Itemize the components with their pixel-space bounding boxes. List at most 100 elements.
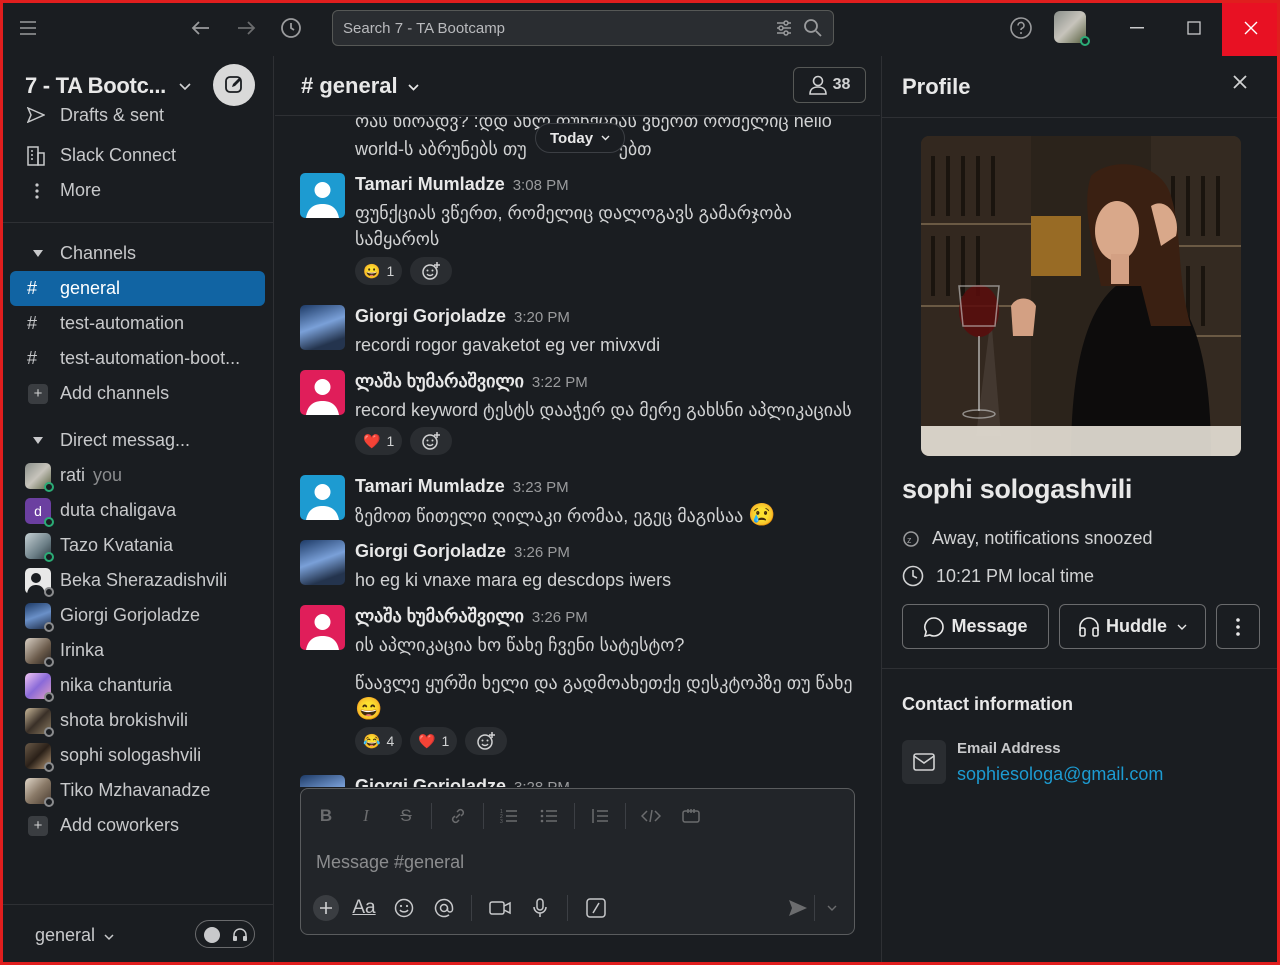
sidebar-item-label: Slack Connect	[60, 145, 177, 165]
message-author[interactable]: ლაშა ხუმარაშვილი 3:26 PM	[355, 606, 588, 627]
bold-icon[interactable]: B	[313, 803, 339, 829]
message-author[interactable]: ლაშა ხუმარაშვილი 3:22 PM	[355, 371, 588, 392]
dm-item-nika[interactable]: nika chanturia	[3, 668, 274, 703]
blockquote-icon[interactable]	[587, 803, 613, 829]
add-reaction-icon[interactable]	[410, 427, 452, 455]
help-icon[interactable]	[1007, 14, 1035, 42]
huddle-button[interactable]: Huddle	[1059, 604, 1206, 649]
bullet-list-icon[interactable]	[536, 803, 562, 829]
dm-label: nika chanturia	[60, 675, 173, 695]
search-icon[interactable]	[803, 18, 823, 43]
sidebar-item-more[interactable]: More	[3, 173, 274, 208]
email-link[interactable]: sophiesologa@gmail.com	[957, 764, 1163, 785]
more-options-button[interactable]	[1216, 604, 1260, 649]
reaction-chip[interactable]: 😀 1	[355, 257, 403, 285]
dm-item-giorgi[interactable]: Giorgi Gorjoladze	[3, 598, 274, 633]
sidebar-item-test-automation-boot[interactable]: # test-automation-boot...	[3, 341, 274, 376]
message-author[interactable]: Giorgi Gorjoladze3:28 PM	[355, 776, 570, 787]
dm-item-irinka[interactable]: Irinka	[3, 633, 274, 668]
email-label: Email Address	[957, 740, 1061, 757]
workspace-name[interactable]: 7 - TA Bootc...	[25, 73, 166, 99]
avatar[interactable]	[300, 475, 345, 520]
add-reaction-icon[interactable]	[410, 257, 452, 285]
message-author[interactable]: Tamari Mumladze 3:23 PM	[355, 476, 569, 497]
link-icon[interactable]	[445, 803, 471, 829]
code-block-icon[interactable]	[678, 803, 704, 829]
ordered-list-icon[interactable]: 123	[496, 803, 522, 829]
maximize-icon[interactable]	[1165, 0, 1222, 56]
reaction-chip[interactable]: ❤️ 1	[410, 727, 458, 755]
profile-title: Profile	[902, 74, 971, 99]
search-bar[interactable]: Search 7 - TA Bootcamp	[332, 10, 834, 46]
code-icon[interactable]	[638, 803, 664, 829]
format-text-icon[interactable]: Aa	[351, 895, 377, 921]
dm-item-tiko[interactable]: Tiko Mzhavanadze	[3, 773, 274, 808]
members-button[interactable]: 38	[793, 67, 866, 103]
date-divider-pill[interactable]: Today	[535, 123, 626, 153]
dm-item-sophi[interactable]: sophi sologashvili	[3, 738, 274, 773]
divider	[3, 222, 274, 223]
avatar[interactable]	[300, 173, 345, 218]
divider	[882, 668, 1278, 669]
message-author[interactable]: Giorgi Gorjoladze 3:26 PM	[355, 541, 570, 562]
headphones-icon	[1079, 616, 1099, 637]
avatar	[25, 777, 54, 807]
close-icon[interactable]	[1232, 74, 1248, 95]
sidebar-item-label: Drafts & sent	[60, 104, 165, 125]
menu-icon[interactable]	[14, 14, 42, 42]
search-placeholder: Search 7 - TA Bootcamp	[343, 20, 506, 37]
dm-item-beka[interactable]: Beka Sherazadishvili	[3, 563, 274, 598]
huddle-toggle[interactable]	[195, 920, 255, 948]
avatar[interactable]	[300, 605, 345, 650]
sidebar-item-test-automation[interactable]: # test-automation	[3, 306, 274, 341]
dm-item-tazo[interactable]: Tazo Kvatania	[3, 528, 274, 563]
avatar	[25, 567, 54, 597]
dm-item-duta[interactable]: d duta chaligava	[3, 493, 274, 528]
microphone-icon[interactable]	[527, 895, 553, 921]
avatar[interactable]	[300, 305, 345, 350]
reaction-chip[interactable]: ❤️ 1	[355, 427, 403, 455]
slash-command-icon[interactable]	[583, 895, 609, 921]
forward-arrow-icon[interactable]	[232, 14, 260, 42]
emoji-icon[interactable]	[391, 895, 417, 921]
history-clock-icon[interactable]	[277, 14, 305, 42]
minimize-icon[interactable]	[1108, 0, 1165, 56]
mention-icon[interactable]	[431, 895, 457, 921]
dm-item-shota[interactable]: shota brokishvili	[3, 703, 274, 738]
message-button[interactable]: Message	[902, 604, 1049, 649]
video-icon[interactable]	[487, 895, 513, 921]
profile-header: Profile	[882, 56, 1278, 118]
avatar[interactable]	[300, 370, 345, 415]
plus-icon[interactable]	[313, 895, 339, 921]
sidebar-item-drafts[interactable]: Drafts & sent	[3, 104, 274, 134]
dm-item-rati[interactable]: rati you	[3, 458, 274, 493]
avatar[interactable]	[300, 775, 345, 787]
channel-title[interactable]: # general	[301, 73, 419, 99]
chevron-down-icon[interactable]	[819, 895, 845, 921]
chevron-down-icon[interactable]	[179, 78, 191, 94]
message-author[interactable]: Tamari Mumladze 3:08 PM	[355, 174, 569, 195]
italic-icon[interactable]: I	[353, 803, 379, 829]
dm-section-header[interactable]: Direct messag...	[3, 423, 274, 458]
strikethrough-icon[interactable]: S	[393, 803, 419, 829]
add-coworkers-button[interactable]: + Add coworkers	[3, 808, 274, 843]
add-reaction-icon[interactable]	[465, 727, 507, 755]
crying-emoji: 😢	[748, 502, 776, 527]
sidebar-item-slack-connect[interactable]: Slack Connect	[3, 138, 274, 173]
message-input[interactable]: Message #general	[316, 852, 464, 873]
sidebar-item-general[interactable]: # general	[10, 271, 265, 306]
avatar[interactable]	[300, 540, 345, 585]
search-filter-icon[interactable]	[775, 19, 793, 42]
send-icon[interactable]	[785, 895, 811, 921]
reaction-chip[interactable]: 😂 4	[355, 727, 403, 755]
close-window-icon[interactable]	[1222, 0, 1280, 56]
add-channels-button[interactable]: + Add channels	[3, 376, 274, 411]
avatar	[25, 532, 54, 562]
compose-button[interactable]	[213, 64, 255, 106]
footer-channel-label[interactable]: general	[35, 925, 114, 946]
back-arrow-icon[interactable]	[187, 14, 215, 42]
channels-section-header[interactable]: Channels	[3, 236, 274, 271]
message-author[interactable]: Giorgi Gorjoladze 3:20 PM	[355, 306, 570, 327]
channel-view: # general 38 ოას ხიოადვ? :დდ ახლ ფუნქცია…	[275, 56, 880, 962]
message-time: 3:20 PM	[514, 309, 570, 326]
